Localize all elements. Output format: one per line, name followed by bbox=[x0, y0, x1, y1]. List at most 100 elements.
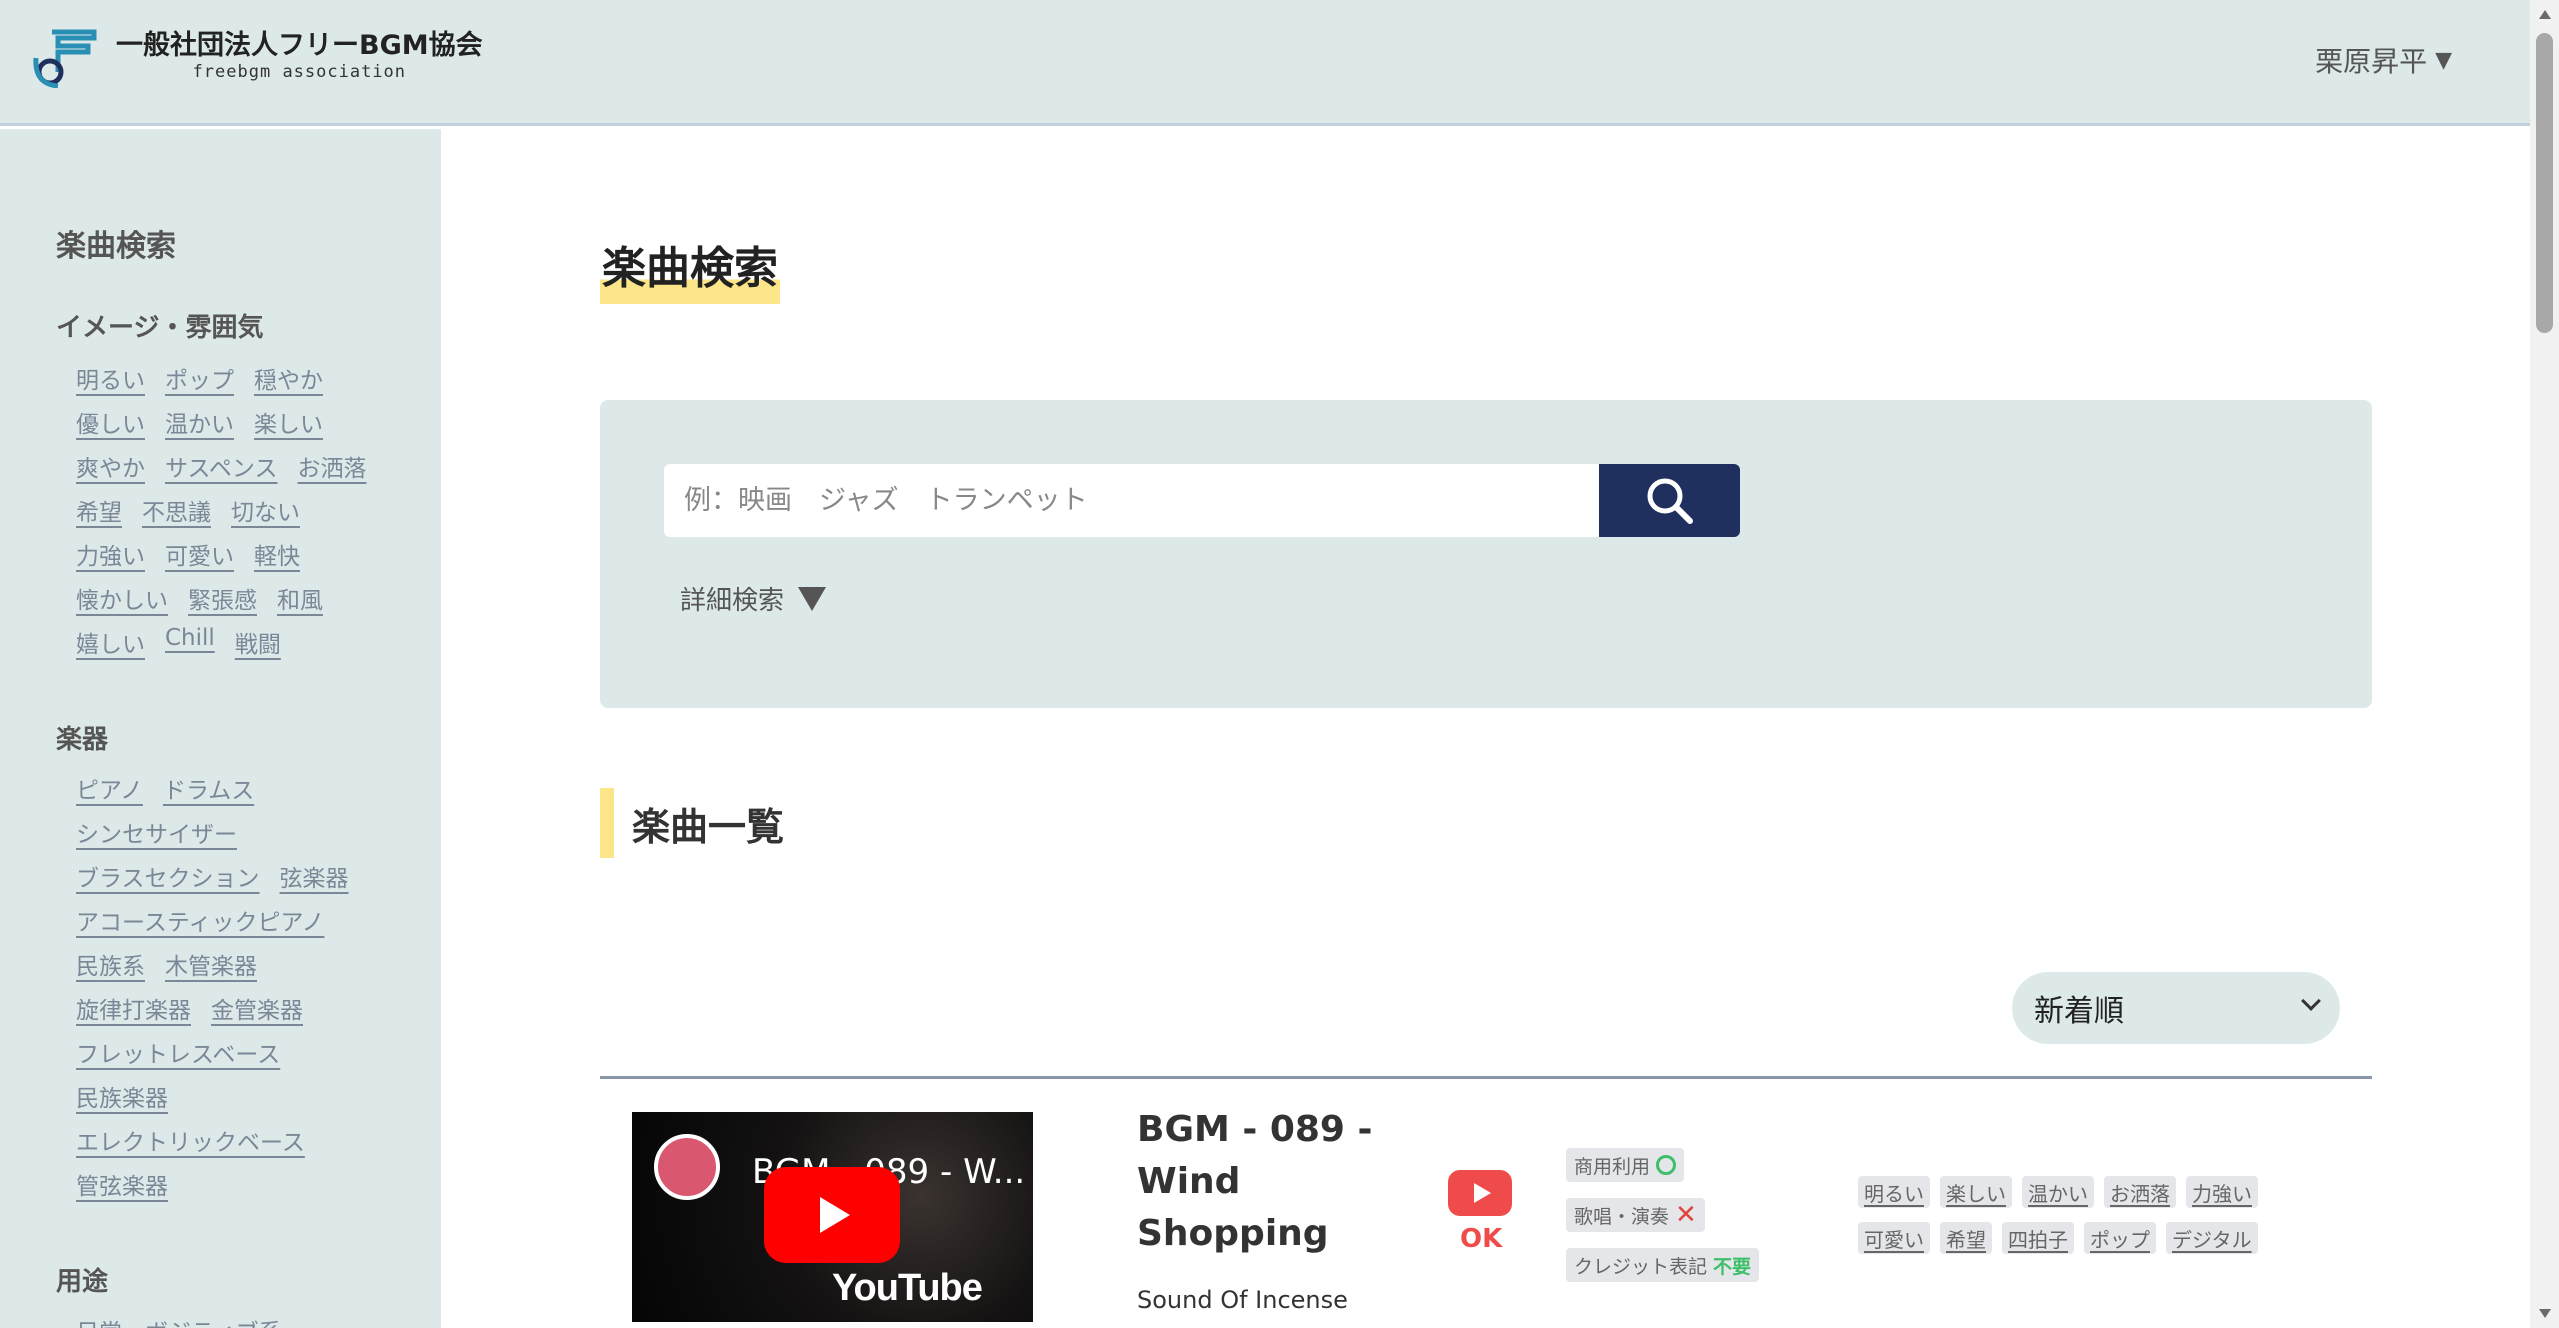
magnifier-icon bbox=[1647, 478, 1693, 524]
triangle-down-icon bbox=[798, 586, 827, 611]
sidebar-link[interactable]: 希望 bbox=[76, 493, 122, 527]
sidebar-link[interactable]: 懐かしい bbox=[76, 581, 168, 615]
sidebar-row: 嬉しい Chill 戦闘 bbox=[76, 625, 281, 659]
song-tags-row: 明るい 楽しい 温かい お洒落 力強い bbox=[1858, 1176, 2258, 1208]
license-credit: クレジット表記 不要 bbox=[1566, 1248, 1760, 1282]
sidebar-link[interactable]: ブラスセクション bbox=[76, 859, 260, 893]
sidebar-link[interactable]: 温かい bbox=[165, 405, 234, 439]
license-commercial: 商用利用 bbox=[1566, 1148, 1685, 1182]
sidebar-link[interactable]: フレットレスベース bbox=[76, 1035, 280, 1069]
sidebar-row: 明るい ポップ 穏やか bbox=[76, 361, 323, 395]
sidebar-link[interactable]: 民族系 bbox=[76, 947, 145, 981]
sidebar-link[interactable]: 嬉しい bbox=[76, 625, 145, 659]
scroll-up-arrow-icon[interactable] bbox=[2539, 10, 2551, 19]
sidebar-link[interactable]: 日常・ボジティブ系 bbox=[76, 1313, 282, 1328]
sidebar-link[interactable]: サスペンス bbox=[165, 449, 277, 483]
sidebar-link[interactable]: エレクトリックベース bbox=[76, 1123, 305, 1157]
site-header: 一般社団法人フリーBGM協会 freebgm association 栗原昇平 … bbox=[0, 0, 2530, 126]
song-tag[interactable]: デジタル bbox=[2166, 1222, 2258, 1254]
sidebar-link[interactable]: 木管楽器 bbox=[165, 947, 257, 981]
search-input[interactable] bbox=[664, 464, 1599, 537]
sidebar-link[interactable]: 切ない bbox=[231, 493, 300, 527]
chevron-down-icon bbox=[2301, 991, 2321, 1011]
song-tags-row: 可愛い 希望 四拍子 ポップ デジタル bbox=[1858, 1222, 2258, 1254]
sidebar-link[interactable]: 和風 bbox=[277, 581, 323, 615]
caret-down-icon: ▼ bbox=[2435, 47, 2452, 73]
youtube-usage-icon bbox=[1448, 1170, 1512, 1220]
song-list-heading: 楽曲一覧 bbox=[600, 788, 784, 858]
scroll-thumb[interactable] bbox=[2536, 33, 2553, 333]
song-tag[interactable]: ポップ bbox=[2084, 1222, 2156, 1254]
sidebar-link[interactable]: 旋律打楽器 bbox=[76, 991, 191, 1025]
song-title[interactable]: BGM - 089 - Wind Shopping bbox=[1137, 1104, 1387, 1260]
sidebar-link[interactable]: 明るい bbox=[76, 361, 145, 395]
song-tag[interactable]: 楽しい bbox=[1940, 1176, 2012, 1208]
search-panel: 詳細検索 bbox=[600, 400, 2372, 708]
sidebar: 楽曲検索 イメージ・雰囲気 明るい ポップ 穏やか 優しい 温かい 楽しい 爽や… bbox=[0, 129, 441, 1328]
sidebar-link[interactable]: ポップ bbox=[165, 361, 234, 395]
sidebar-row: 旋律打楽器 金管楽器 bbox=[76, 991, 303, 1025]
song-tag[interactable]: 希望 bbox=[1940, 1222, 1992, 1254]
sidebar-link[interactable]: 力強い bbox=[76, 537, 145, 571]
song-tag[interactable]: 四拍子 bbox=[2002, 1222, 2074, 1254]
song-tag[interactable]: 可愛い bbox=[1858, 1222, 1930, 1254]
detail-search-toggle[interactable]: 詳細検索 bbox=[680, 580, 827, 617]
sidebar-row: 日常・ボジティブ系 bbox=[76, 1313, 282, 1328]
sidebar-link[interactable]: Chill bbox=[165, 625, 215, 659]
youtube-usage-status: OK bbox=[1460, 1224, 1503, 1254]
sidebar-group-instruments: 楽器 bbox=[56, 725, 109, 755]
site-logo[interactable]: 一般社団法人フリーBGM協会 freebgm association bbox=[30, 28, 483, 88]
logo-title: 一般社団法人フリーBGM協会 bbox=[116, 30, 483, 61]
sidebar-link[interactable]: 緊張感 bbox=[188, 581, 257, 615]
sidebar-link[interactable]: 民族楽器 bbox=[76, 1079, 168, 1113]
sidebar-row: ピアノ ドラムス bbox=[76, 771, 254, 805]
sidebar-link[interactable]: アコースティックピアノ bbox=[76, 903, 324, 937]
sidebar-link[interactable]: 可愛い bbox=[165, 537, 234, 571]
sidebar-row: アコースティックピアノ bbox=[76, 903, 324, 937]
sidebar-link[interactable]: 爽やか bbox=[76, 449, 145, 483]
song-tag[interactable]: 明るい bbox=[1858, 1176, 1930, 1208]
youtube-play-icon[interactable] bbox=[764, 1167, 900, 1263]
sidebar-link[interactable]: 戦闘 bbox=[235, 625, 281, 659]
sidebar-row: 民族系 木管楽器 bbox=[76, 947, 257, 981]
sidebar-link[interactable]: 軽快 bbox=[254, 537, 300, 571]
sort-selected-value: 新着順 bbox=[2034, 994, 2124, 1029]
sidebar-row: 管弦楽器 bbox=[76, 1167, 168, 1201]
sidebar-link[interactable]: シンセサイザー bbox=[76, 815, 237, 849]
sidebar-title: 楽曲検索 bbox=[56, 229, 176, 264]
cross-ng-icon: ✕ bbox=[1675, 1200, 1697, 1230]
page-scrollbar[interactable] bbox=[2530, 0, 2559, 1328]
sidebar-row: 懐かしい 緊張感 和風 bbox=[76, 581, 323, 615]
sidebar-link[interactable]: 優しい bbox=[76, 405, 145, 439]
list-divider bbox=[600, 1076, 2372, 1079]
sidebar-link[interactable]: 弦楽器 bbox=[280, 859, 349, 893]
sidebar-row: 希望 不思議 切ない bbox=[76, 493, 300, 527]
license-singing: 歌唱・演奏 ✕ bbox=[1566, 1198, 1705, 1232]
sidebar-row: ブラスセクション 弦楽器 bbox=[76, 859, 349, 893]
circle-ok-icon bbox=[1656, 1155, 1677, 1175]
sidebar-link[interactable]: 不思議 bbox=[142, 493, 211, 527]
user-menu[interactable]: 栗原昇平 ▼ bbox=[2315, 40, 2452, 80]
sidebar-row: エレクトリックベース bbox=[76, 1123, 305, 1157]
sidebar-link[interactable]: 穏やか bbox=[254, 361, 323, 395]
sidebar-link[interactable]: お洒落 bbox=[297, 449, 366, 483]
sidebar-link[interactable]: ピアノ bbox=[76, 771, 143, 805]
search-button[interactable] bbox=[1599, 464, 1740, 537]
sidebar-link[interactable]: ドラムス bbox=[163, 771, 254, 805]
scroll-down-arrow-icon[interactable] bbox=[2539, 1309, 2551, 1318]
sidebar-link[interactable]: 管弦楽器 bbox=[76, 1167, 168, 1201]
sidebar-row: 力強い 可愛い 軽快 bbox=[76, 537, 300, 571]
sort-select[interactable]: 新着順 bbox=[2012, 972, 2340, 1044]
sidebar-group-usage: 用途 bbox=[56, 1267, 109, 1297]
page-title: 楽曲検索 bbox=[600, 228, 780, 304]
sidebar-link[interactable]: 楽しい bbox=[254, 405, 323, 439]
sidebar-link[interactable]: 金管楽器 bbox=[211, 991, 303, 1025]
song-tag[interactable]: 力強い bbox=[2186, 1176, 2258, 1208]
sidebar-group-mood: イメージ・雰囲気 bbox=[56, 313, 264, 343]
music-note-logo-icon bbox=[33, 29, 97, 88]
video-thumbnail[interactable]: BGM - 089 - W... YouTube bbox=[632, 1112, 1033, 1322]
song-tag[interactable]: 温かい bbox=[2022, 1176, 2094, 1208]
sidebar-row: 民族楽器 bbox=[76, 1079, 168, 1113]
song-artist[interactable]: Sound Of Incense bbox=[1137, 1286, 1348, 1314]
song-tag[interactable]: お洒落 bbox=[2104, 1176, 2176, 1208]
